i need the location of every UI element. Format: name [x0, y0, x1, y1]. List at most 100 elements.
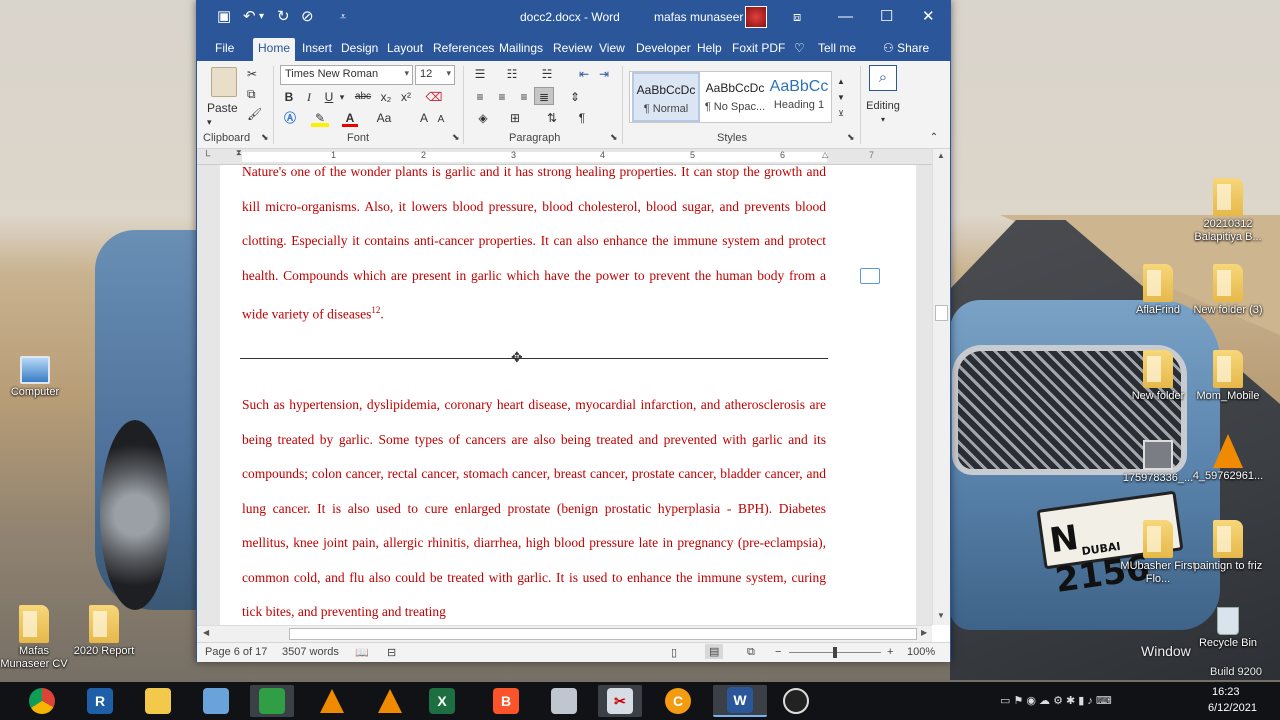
styles-launcher-icon[interactable]: ⬊ [847, 132, 855, 143]
desktop-icon-cv[interactable]: Mafas Munaseer CV [0, 605, 74, 671]
undo-dropdown-icon[interactable]: ▾ [259, 8, 264, 26]
tab-selector-icon[interactable]: └ [203, 151, 210, 162]
increase-indent-icon[interactable]: ⇥ [595, 65, 613, 83]
page-count[interactable]: Page 6 of 17 [205, 646, 267, 658]
shading-icon[interactable]: ◈ [471, 109, 495, 127]
italic-button[interactable]: I [301, 88, 317, 106]
desktop-icon-new-folder[interactable]: New folder [1118, 350, 1198, 403]
show-formatting-icon[interactable]: ¶ [573, 109, 591, 127]
comment-icon[interactable] [860, 268, 880, 284]
style-no-spacing[interactable]: AaBbCcDc ¶ No Spac... [701, 72, 769, 122]
strikethrough-button[interactable]: abc [352, 88, 374, 106]
tab-home[interactable]: Home [253, 38, 296, 61]
clipboard-launcher-icon[interactable]: ⬊ [261, 132, 269, 143]
desktop-icon-computer[interactable]: Computer [0, 350, 75, 399]
multilevel-list-icon[interactable]: ☵ [535, 65, 559, 83]
close-icon[interactable]: ✕ [922, 8, 935, 26]
taskbar-file-explorer[interactable] [136, 685, 180, 717]
underline-button[interactable]: U [321, 88, 337, 106]
web-layout-icon[interactable]: ⧉ [747, 646, 755, 659]
taskbar-vlc[interactable] [310, 685, 354, 717]
style-normal[interactable]: AaBbCcDc ¶ Normal [632, 72, 700, 122]
document-page[interactable]: Nature's one of the wonder plants is gar… [220, 165, 916, 625]
highlight-icon[interactable]: ✎ [311, 109, 329, 127]
taskbar-obs[interactable] [774, 685, 818, 717]
collapse-ribbon-icon[interactable]: ⌃ [927, 129, 941, 147]
font-launcher-icon[interactable]: ⬊ [452, 132, 460, 143]
numbering-icon[interactable]: ☷ [503, 65, 521, 83]
proofing-icon[interactable]: 📖 [355, 646, 369, 659]
vertical-scrollbar[interactable]: ▲ ▼ [932, 149, 950, 625]
zoom-slider[interactable] [789, 647, 881, 658]
clear-formatting-icon[interactable]: ⌫ [425, 88, 443, 106]
zoom-in-icon[interactable]: + [887, 646, 893, 658]
horizontal-scrollbar[interactable]: ◀ ▶ [197, 625, 932, 642]
align-center-icon[interactable]: ≡ [493, 88, 511, 106]
tab-references[interactable]: References [428, 39, 499, 61]
taskbar-task-manager[interactable] [250, 685, 294, 717]
vertical-scroll-thumb[interactable] [935, 305, 948, 321]
format-painter-icon[interactable]: 🖌 [247, 105, 262, 123]
taskbar-excel[interactable]: X [420, 685, 464, 717]
paragraph-launcher-icon[interactable]: ⬊ [610, 132, 618, 143]
maximize-icon[interactable]: ☐ [880, 8, 893, 26]
tab-help[interactable]: Help [692, 39, 727, 61]
tab-layout[interactable]: Layout [382, 39, 428, 61]
copy-icon[interactable]: ⧉ [247, 85, 256, 103]
tab-review[interactable]: Review [548, 39, 597, 61]
user-name[interactable]: mafas munaseer [654, 10, 743, 24]
desktop-icon-aflafrind[interactable]: AflaFrind [1118, 264, 1198, 317]
tab-design[interactable]: Design [336, 39, 383, 61]
text-effects-icon[interactable]: Ⓐ [281, 109, 299, 127]
style-heading-1[interactable]: AaBbCc Heading 1 [768, 72, 830, 122]
avatar[interactable] [745, 6, 767, 28]
desktop-icon-video[interactable]: 4_59762961... [1188, 434, 1268, 483]
undo-icon[interactable]: ↶ [243, 8, 256, 26]
word-count[interactable]: 3507 words [282, 646, 339, 658]
minimize-icon[interactable]: — [838, 8, 853, 26]
paste-icon[interactable] [211, 67, 237, 97]
paragraph-1[interactable]: Nature's one of the wonder plants is gar… [242, 165, 826, 332]
scroll-up-icon[interactable]: ▲ [937, 151, 945, 160]
desktop-icon-image[interactable]: 175978336_... [1118, 434, 1198, 485]
desktop-icon-painting[interactable]: paintign to friz [1188, 520, 1268, 573]
tab-foxit-pdf[interactable]: Foxit PDF [727, 39, 790, 61]
taskbar-vlc-2[interactable] [368, 685, 412, 717]
underline-dropdown-icon[interactable]: ▾ [337, 88, 347, 106]
bold-button[interactable]: B [281, 88, 297, 106]
cut-icon[interactable]: ✂ [247, 65, 257, 83]
sort-icon[interactable]: ⇅ [543, 109, 561, 127]
font-color-button[interactable]: A [342, 109, 358, 127]
desktop-icon-recycle-bin[interactable]: Recycle Bin [1188, 605, 1268, 650]
taskbar-chrome[interactable] [20, 685, 64, 717]
scroll-down-icon[interactable]: ▼ [937, 611, 945, 620]
clock-time[interactable]: 16:23 [1212, 686, 1240, 698]
zoom-slider-thumb[interactable] [833, 647, 837, 658]
borders-icon[interactable]: ⊞ [503, 109, 527, 127]
taskbar-remote[interactable]: R [78, 685, 122, 717]
taskbar-remote-desktop[interactable] [194, 685, 238, 717]
grow-font-button[interactable]: A [417, 109, 431, 127]
justify-icon[interactable]: ≣ [534, 87, 554, 105]
redo-icon[interactable]: ↻ [277, 8, 290, 26]
bullets-icon[interactable]: ☰ [471, 65, 489, 83]
subscript-button[interactable]: x₂ [377, 88, 395, 106]
desktop-icon-new-folder-3[interactable]: New folder (3) [1188, 264, 1268, 317]
paste-button[interactable]: Paste [207, 99, 238, 117]
share-button[interactable]: ⚇ Share [878, 39, 934, 61]
right-indent-marker-icon[interactable]: △ [822, 150, 828, 159]
macro-icon[interactable]: ⊟ [387, 646, 396, 659]
desktop-icon-mom-mobile[interactable]: Mom_Mobile [1188, 350, 1268, 403]
decrease-indent-icon[interactable]: ⇤ [575, 65, 593, 83]
scroll-right-icon[interactable]: ▶ [921, 628, 927, 637]
taskbar-calculator[interactable] [542, 685, 586, 717]
zoom-out-icon[interactable]: − [775, 646, 781, 658]
desktop-icon-report[interactable]: 2020 Report [64, 605, 144, 658]
tell-me-search[interactable]: Tell me [813, 39, 861, 61]
tab-insert[interactable]: Insert [297, 39, 337, 61]
indent-marker-icon[interactable]: ⧗ [236, 148, 242, 158]
tray-icons[interactable]: ▭ ⚑ ◉ ☁ ⚙ ✱ ▮ ♪ ⌨ [1000, 694, 1112, 707]
desktop-icon-balapitiya[interactable]: 20210312 Balapitiya B... [1188, 178, 1268, 244]
desktop-icon-mubasher[interactable]: MUbasher First Flo... [1118, 520, 1198, 586]
save-icon[interactable]: ▣ [217, 8, 231, 26]
